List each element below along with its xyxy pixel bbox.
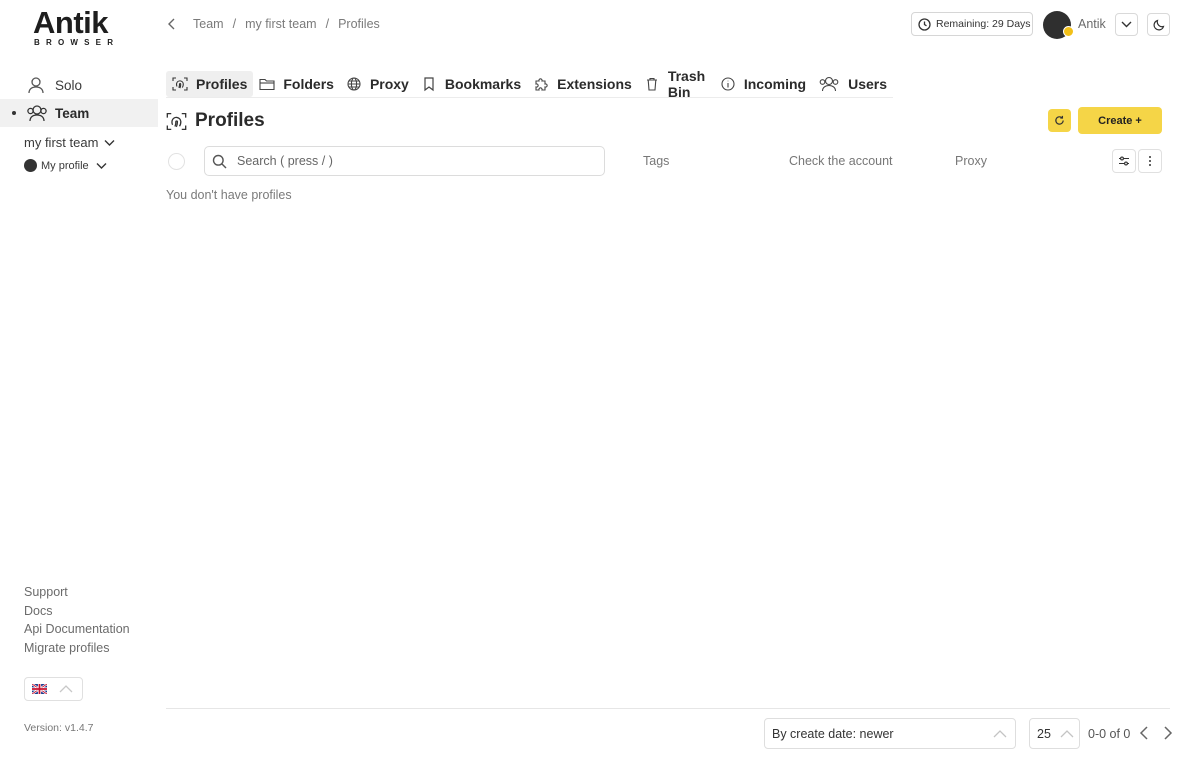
globe-icon — [346, 76, 362, 92]
breadcrumb-profiles: Profiles — [338, 17, 380, 31]
tab-label: Trash Bin — [667, 67, 706, 100]
info-icon — [720, 76, 736, 92]
profile-select[interactable]: My profile — [24, 159, 107, 172]
footer-divider — [166, 708, 1170, 709]
app-logo: Antik BROWSER — [30, 6, 130, 48]
sidebar-item-solo[interactable]: Solo — [0, 71, 158, 99]
select-all-checkbox[interactable] — [168, 153, 185, 170]
more-options-button[interactable] — [1138, 149, 1162, 173]
sidebar-links: Support Docs Api Documentation Migrate p… — [24, 585, 130, 659]
tab-label: Bookmarks — [444, 75, 522, 92]
refresh-button[interactable] — [1048, 109, 1071, 132]
chevron-down-icon — [104, 139, 115, 147]
user-name: Antik — [1078, 17, 1106, 31]
page-title-text: Profiles — [195, 110, 265, 131]
create-profile-button[interactable]: Create + — [1078, 107, 1162, 134]
tab-incoming[interactable]: Incoming — [714, 71, 812, 97]
tab-proxy[interactable]: Proxy — [340, 71, 415, 97]
docs-link[interactable]: Docs — [24, 604, 130, 623]
chevron-left-icon — [1137, 725, 1151, 741]
pagination-range: 0-0 of 0 — [1088, 727, 1131, 741]
chevron-down-icon — [96, 162, 107, 170]
previous-page-button[interactable] — [1137, 725, 1151, 741]
sidebar-item-label: Team — [55, 105, 90, 121]
active-indicator — [12, 111, 16, 115]
chevron-left-icon — [165, 17, 179, 31]
moon-icon — [1153, 19, 1165, 31]
user-icon — [26, 76, 46, 94]
tab-label: Folders — [283, 75, 334, 92]
chevron-down-icon — [1121, 21, 1132, 28]
tab-label: Extensions — [557, 75, 632, 92]
chevron-right-icon — [1161, 725, 1175, 741]
breadcrumb-separator: / — [325, 17, 330, 31]
column-settings-button[interactable] — [1112, 149, 1136, 173]
tab-users[interactable]: Users — [812, 71, 893, 97]
support-link[interactable]: Support — [24, 585, 130, 604]
chevron-up-icon — [1060, 729, 1074, 738]
breadcrumb: Team / my first team / Profiles — [193, 17, 380, 31]
section-tabs: Profiles Folders Proxy Bookmarks Extensi… — [166, 67, 893, 100]
account-menu-button[interactable] — [1115, 13, 1138, 36]
theme-toggle-button[interactable] — [1147, 13, 1170, 36]
sort-select-value: By create date: newer — [772, 726, 894, 741]
api-documentation-link[interactable]: Api Documentation — [24, 622, 130, 641]
page-size-select[interactable]: 25 — [1029, 718, 1080, 749]
search-input[interactable] — [235, 153, 575, 169]
profile-select-value: My profile — [41, 159, 89, 172]
premium-badge-icon — [1063, 26, 1074, 37]
logo-wordmark: Antik — [33, 5, 109, 40]
fingerprint-icon — [166, 111, 187, 132]
team-select[interactable]: my first team — [24, 135, 115, 150]
breadcrumb-team[interactable]: Team — [193, 17, 224, 31]
folder-icon — [259, 76, 275, 92]
page-title: Profiles — [166, 110, 265, 132]
more-vertical-icon — [1148, 155, 1152, 167]
chevron-up-icon — [993, 729, 1007, 738]
column-header-check-account[interactable]: Check the account — [789, 154, 893, 168]
bookmark-icon — [421, 76, 437, 92]
remaining-days-badge[interactable]: Remaining: 29 Days — [911, 12, 1033, 36]
tab-folders[interactable]: Folders — [253, 71, 340, 97]
version-label: Version: v1.4.7 — [24, 722, 94, 734]
remaining-days-text: Remaining: 29 Days — [936, 18, 1031, 30]
logo-subtitle: BROWSER — [34, 38, 120, 47]
next-page-button[interactable] — [1161, 725, 1175, 741]
tab-trash-bin[interactable]: Trash Bin — [638, 67, 714, 100]
breadcrumb-my-first-team[interactable]: my first team — [245, 17, 317, 31]
chevron-up-icon — [59, 685, 73, 693]
sliders-icon — [1118, 155, 1130, 167]
sidebar-item-label: Solo — [55, 77, 83, 93]
page-size-value: 25 — [1037, 726, 1051, 741]
puzzle-icon — [533, 76, 549, 92]
empty-state-message: You don't have profiles — [166, 188, 292, 202]
clock-icon — [918, 17, 931, 31]
refresh-icon — [1054, 115, 1065, 126]
search-icon — [212, 154, 227, 169]
avatar — [24, 159, 37, 172]
tab-label: Profiles — [196, 75, 248, 92]
language-select[interactable] — [24, 677, 83, 701]
sort-select[interactable]: By create date: newer — [764, 718, 1016, 749]
tab-label: Incoming — [743, 75, 807, 92]
trash-icon — [644, 76, 660, 92]
tab-label: Users — [848, 75, 887, 92]
tab-bookmarks[interactable]: Bookmarks — [415, 71, 527, 97]
team-select-value: my first team — [24, 135, 99, 150]
fingerprint-icon — [172, 76, 188, 92]
column-header-tags[interactable]: Tags — [643, 154, 669, 168]
users-icon — [818, 76, 840, 92]
search-field[interactable] — [204, 146, 605, 176]
sidebar-item-team[interactable]: Team — [0, 99, 158, 127]
migrate-profiles-link[interactable]: Migrate profiles — [24, 641, 130, 660]
tab-profiles[interactable]: Profiles — [166, 70, 254, 97]
tab-label: Proxy — [369, 75, 409, 92]
users-icon — [26, 104, 47, 122]
breadcrumb-separator: / — [232, 17, 237, 31]
tab-extensions[interactable]: Extensions — [527, 71, 638, 97]
column-header-proxy[interactable]: Proxy — [955, 154, 987, 168]
back-button[interactable] — [165, 17, 179, 31]
uk-flag-icon — [32, 684, 47, 694]
